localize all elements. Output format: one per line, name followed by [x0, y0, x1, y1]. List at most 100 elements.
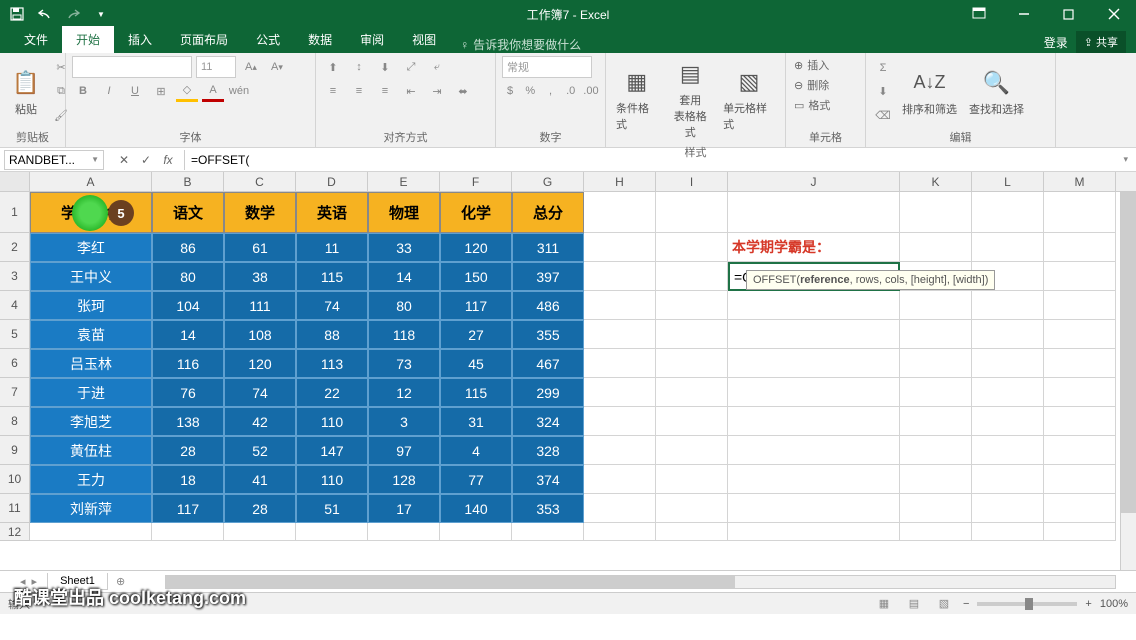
maximize-icon[interactable]: [1046, 0, 1091, 28]
cell[interactable]: 51: [296, 494, 368, 523]
cell[interactable]: 77: [440, 465, 512, 494]
minimize-icon[interactable]: [1001, 0, 1046, 28]
cell[interactable]: [584, 494, 656, 523]
cell[interactable]: 61: [224, 233, 296, 262]
cell[interactable]: 31: [440, 407, 512, 436]
cell[interactable]: 11: [296, 233, 368, 262]
autosum-icon[interactable]: Σ: [872, 57, 894, 79]
col-header[interactable]: L: [972, 172, 1044, 191]
font-color-icon[interactable]: A: [202, 80, 224, 102]
row-header[interactable]: 7: [0, 378, 30, 407]
cell[interactable]: [1044, 494, 1116, 523]
table-format-button[interactable]: ▤套用 表格格式: [666, 56, 716, 142]
row-header[interactable]: 2: [0, 233, 30, 262]
cell[interactable]: 353: [512, 494, 584, 523]
cell[interactable]: 147: [296, 436, 368, 465]
cell[interactable]: 299: [512, 378, 584, 407]
cell[interactable]: [512, 523, 584, 541]
cell[interactable]: [152, 523, 224, 541]
cell[interactable]: [656, 262, 728, 291]
select-all-corner[interactable]: [0, 172, 30, 191]
conditional-format-button[interactable]: ▦条件格式: [612, 64, 662, 134]
cell[interactable]: [656, 320, 728, 349]
merge-icon[interactable]: ⬌: [452, 80, 474, 102]
cell[interactable]: [656, 436, 728, 465]
cell[interactable]: [900, 320, 972, 349]
cell[interactable]: 本学期学霸是：: [728, 233, 900, 262]
cell[interactable]: [728, 465, 900, 494]
vertical-scrollbar[interactable]: [1120, 192, 1136, 570]
cell[interactable]: [1044, 192, 1116, 233]
cell[interactable]: 38: [224, 262, 296, 291]
cell[interactable]: 311: [512, 233, 584, 262]
cancel-formula-icon[interactable]: ✕: [114, 153, 134, 167]
cell[interactable]: [972, 436, 1044, 465]
cell[interactable]: [1044, 233, 1116, 262]
cell[interactable]: 袁苗: [30, 320, 152, 349]
cell[interactable]: [900, 436, 972, 465]
cell[interactable]: 104: [152, 291, 224, 320]
cell[interactable]: [900, 494, 972, 523]
cell[interactable]: [1044, 320, 1116, 349]
close-icon[interactable]: [1091, 0, 1136, 28]
tab-review[interactable]: 审阅: [346, 26, 398, 53]
enter-formula-icon[interactable]: ✓: [136, 153, 156, 167]
cell[interactable]: 138: [152, 407, 224, 436]
cell[interactable]: [656, 192, 728, 233]
col-header[interactable]: J: [728, 172, 900, 191]
cell[interactable]: 英语: [296, 192, 368, 233]
cell[interactable]: [584, 233, 656, 262]
font-family-input[interactable]: [72, 56, 192, 78]
cell[interactable]: [728, 407, 900, 436]
fx-icon[interactable]: fx: [158, 153, 178, 167]
cell[interactable]: 324: [512, 407, 584, 436]
increase-font-icon[interactable]: A▴: [240, 56, 262, 78]
clear-icon[interactable]: ⌫: [872, 105, 894, 127]
border-icon[interactable]: ⊞: [150, 80, 172, 102]
tab-file[interactable]: 文件: [10, 26, 62, 53]
cell[interactable]: 97: [368, 436, 440, 465]
cell[interactable]: [1044, 436, 1116, 465]
cell[interactable]: 41: [224, 465, 296, 494]
tab-data[interactable]: 数据: [294, 26, 346, 53]
tab-home[interactable]: 开始: [62, 26, 114, 53]
cell[interactable]: [972, 494, 1044, 523]
view-page-icon[interactable]: ▤: [903, 593, 925, 615]
cell[interactable]: [30, 523, 152, 541]
cell[interactable]: 108: [224, 320, 296, 349]
cell[interactable]: 22: [296, 378, 368, 407]
indent-dec-icon[interactable]: ⇤: [400, 80, 422, 102]
cell[interactable]: 李红: [30, 233, 152, 262]
cell[interactable]: [656, 523, 728, 541]
row-header[interactable]: 5: [0, 320, 30, 349]
number-format-select[interactable]: [502, 56, 592, 78]
cell[interactable]: [728, 436, 900, 465]
row-header[interactable]: 3: [0, 262, 30, 291]
paste-button[interactable]: 📋 粘贴: [6, 65, 46, 119]
col-header[interactable]: G: [512, 172, 584, 191]
col-header[interactable]: I: [656, 172, 728, 191]
align-center-icon[interactable]: ≡: [348, 80, 370, 102]
cell[interactable]: 140: [440, 494, 512, 523]
undo-icon[interactable]: [36, 5, 54, 23]
cell[interactable]: 110: [296, 407, 368, 436]
cell[interactable]: [728, 192, 900, 233]
phonetic-icon[interactable]: wén: [228, 80, 250, 102]
cell[interactable]: [1044, 465, 1116, 494]
cell[interactable]: [584, 436, 656, 465]
cell[interactable]: [584, 523, 656, 541]
cell[interactable]: 111: [224, 291, 296, 320]
cell[interactable]: [972, 407, 1044, 436]
cell[interactable]: 28: [152, 436, 224, 465]
col-header[interactable]: M: [1044, 172, 1116, 191]
cell[interactable]: [584, 378, 656, 407]
insert-cells-button[interactable]: ⊕插入: [792, 56, 859, 74]
cell[interactable]: [728, 523, 900, 541]
cell[interactable]: 黄伍柱: [30, 436, 152, 465]
cell[interactable]: [584, 349, 656, 378]
delete-cells-button[interactable]: ⊖删除: [792, 76, 859, 94]
cell[interactable]: [1044, 262, 1116, 291]
zoom-slider[interactable]: [977, 602, 1077, 606]
find-select-button[interactable]: 🔍查找和选择: [965, 65, 1028, 119]
cell[interactable]: [728, 378, 900, 407]
